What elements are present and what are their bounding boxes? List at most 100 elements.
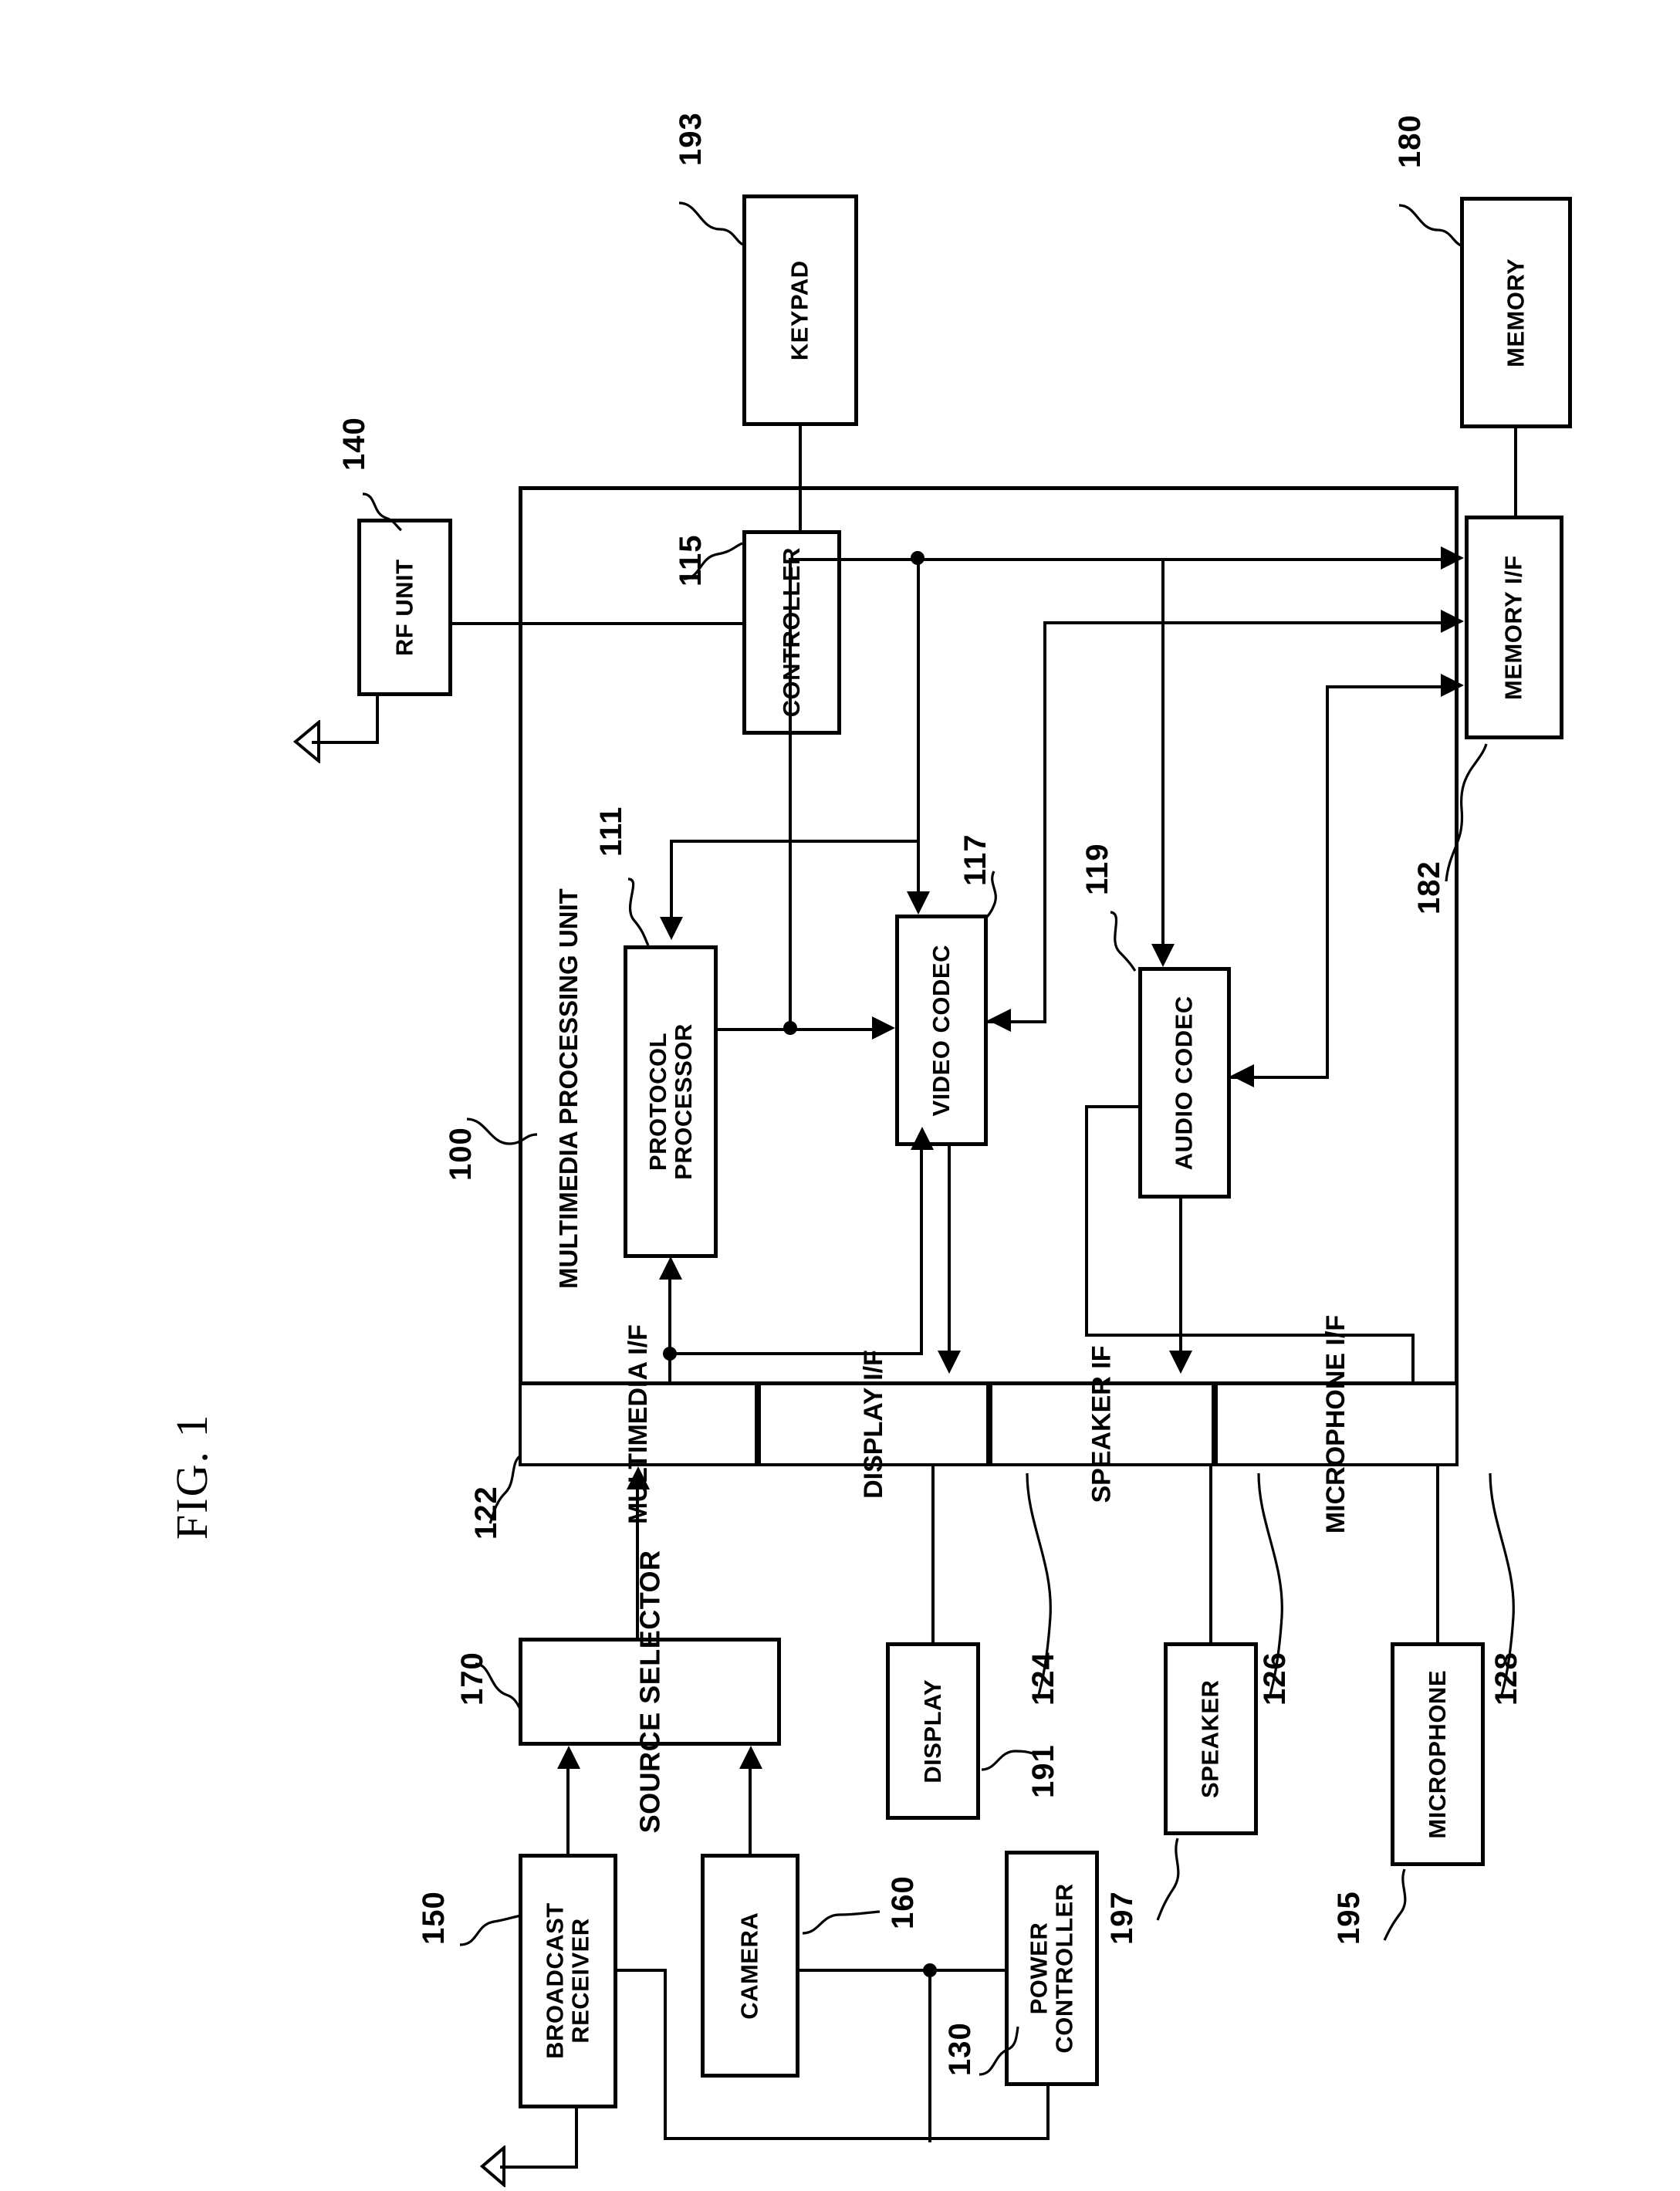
arrow-videocodec-bottom — [911, 1127, 934, 1150]
wire-mmif-branch — [668, 1352, 923, 1355]
leader-100 — [463, 1111, 548, 1158]
leader-170 — [472, 1658, 526, 1713]
multimedia-processing-unit-label: MULTIMEDIA PROCESSING UNIT — [554, 888, 583, 1289]
leader-197 — [1150, 1835, 1204, 1924]
block-keypad: KEYPAD — [742, 194, 858, 426]
pp-line-1: PROTOCOL — [644, 1032, 671, 1172]
block-display-label: DISPLAY — [918, 1679, 946, 1784]
arrow-srcsel-left — [557, 1746, 580, 1769]
leader-119 — [1100, 909, 1154, 975]
wire-rf-into-mpu — [452, 622, 744, 625]
wire-audio-left-in — [1085, 1105, 1141, 1108]
wire-srcsel-to-mmif — [636, 1489, 639, 1638]
block-camera-label: CAMERA — [735, 1912, 763, 2020]
wire-pp-top-h — [670, 840, 918, 843]
ref-150: 150 — [417, 1891, 451, 1945]
block-memory-if-label: MEMORY I/F — [1499, 555, 1527, 700]
ref-160: 160 — [886, 1875, 920, 1929]
wire-broadcast-antenna-horz — [500, 2166, 578, 2169]
leader-150 — [457, 1897, 526, 1951]
arrow-memoryif-2 — [1441, 610, 1464, 633]
block-speaker-if: SPEAKER IF — [989, 1345, 1215, 1503]
block-speaker: SPEAKER — [1164, 1642, 1258, 1835]
br-line-2: RECEIVER — [566, 1918, 593, 2044]
wire-br-power-h — [616, 1969, 667, 1972]
leader-160 — [799, 1902, 884, 1949]
block-controller-label: CONTROLLER — [778, 547, 805, 717]
block-display: DISPLAY — [886, 1642, 980, 1820]
block-speaker-if-label: SPEAKER IF — [1087, 1345, 1117, 1503]
leader-195 — [1377, 1866, 1431, 1943]
block-microphone-label: MICROPHONE — [1423, 1669, 1451, 1839]
ref-193: 193 — [674, 112, 708, 166]
wire-audio-to-speakerif — [1179, 1199, 1182, 1351]
wire-mmif-branch-up — [920, 1150, 923, 1354]
block-rf-unit-label: RF UNIT — [390, 559, 418, 656]
block-microphone-if: MICROPHONE I/F — [1215, 1315, 1459, 1533]
leader-130 — [976, 2022, 1023, 2080]
leader-180 — [1395, 199, 1466, 253]
ref-130: 130 — [943, 2022, 977, 2076]
leader-124 — [1007, 1470, 1061, 1702]
wire-video-to-displayif — [948, 1146, 951, 1351]
pc-line-1: POWER — [1025, 1922, 1053, 2015]
wire-broadcast-antenna-vert — [575, 2108, 578, 2169]
arrow-pp-top — [660, 917, 683, 940]
block-memory-if: MEMORY I/F — [1465, 516, 1563, 739]
arrow-speakerif — [1169, 1351, 1192, 1374]
wire-ppout-top-rail — [789, 558, 1441, 561]
ref-111: 111 — [594, 806, 628, 857]
block-source-selector: SOURCE SELECTOR — [519, 1550, 781, 1833]
leader-117 — [971, 868, 1009, 922]
pc-line-2: CONTROLLER — [1050, 1883, 1078, 2054]
wire-audio-left-up — [1085, 1105, 1088, 1337]
wire-micif-to-mic — [1436, 1466, 1439, 1642]
ref-195: 195 — [1332, 1891, 1366, 1945]
ref-119: 119 — [1080, 843, 1114, 895]
wire-memif-rail-3 — [1326, 685, 1441, 688]
arrow-audio-top — [1151, 944, 1175, 967]
wire-rf-antenna-vert — [376, 696, 379, 744]
arrow-memoryif-3 — [1441, 674, 1464, 697]
block-rf-unit: RF UNIT — [357, 519, 452, 696]
arrow-displayif — [938, 1351, 961, 1374]
leader-193 — [675, 197, 749, 251]
block-microphone-if-label: MICROPHONE I/F — [1321, 1314, 1351, 1534]
leader-182 — [1442, 741, 1496, 888]
wire-video-right-up — [1043, 621, 1046, 1023]
block-multimedia-if: MULTIMEDIA I/F — [519, 1324, 758, 1524]
block-power-controller-label: POWER CONTROLLER — [1025, 1883, 1078, 2054]
block-video-codec: VIDEO CODEC — [895, 915, 988, 1146]
wire-micif-down — [1411, 1334, 1415, 1383]
ref-197: 197 — [1105, 1891, 1139, 1945]
arrow-video-left — [872, 1016, 895, 1040]
wire-mmif-to-pp — [668, 1280, 671, 1381]
antenna-rf-icon — [292, 718, 321, 767]
leader-140 — [357, 490, 414, 536]
wire-power-bottom-h — [664, 2137, 1050, 2140]
wire-memif-rail-2 — [1043, 621, 1441, 624]
wire-pp-top-v — [670, 840, 673, 917]
wire-audio-top-v — [1161, 558, 1165, 944]
antenna-broadcast-icon — [479, 2144, 506, 2191]
wire-power-junction-down — [928, 1969, 931, 2142]
ref-180: 180 — [1393, 114, 1427, 168]
wire-memory-memoryif — [1514, 428, 1517, 517]
block-display-if: DISPLAY I/F — [758, 1350, 989, 1499]
leader-191 — [979, 1740, 1040, 1787]
arrow-video-right-in — [988, 1009, 1011, 1032]
patent-figure-canvas: FIG. 1 MULTIMEDIA PROCESSING UNIT 100 KE… — [0, 0, 1680, 2189]
block-camera: CAMERA — [701, 1854, 799, 2078]
block-microphone: MICROPHONE — [1391, 1642, 1485, 1866]
arrow-video-top — [907, 891, 930, 915]
leader-122 — [482, 1451, 529, 1528]
block-audio-codec: AUDIO CODEC — [1138, 967, 1231, 1199]
wire-rf-antenna-horz — [312, 741, 379, 744]
block-video-codec-label: VIDEO CODEC — [927, 944, 955, 1117]
wire-keypad-controller — [799, 426, 802, 530]
wire-ppout-up — [789, 558, 792, 1029]
block-broadcast-receiver: BROADCAST RECEIVER — [519, 1854, 617, 2108]
block-protocol-processor-label: PROTOCOL PROCESSOR — [644, 1023, 696, 1180]
wire-micif-to-audio — [1085, 1334, 1413, 1337]
block-protocol-processor: PROTOCOL PROCESSOR — [624, 945, 718, 1258]
